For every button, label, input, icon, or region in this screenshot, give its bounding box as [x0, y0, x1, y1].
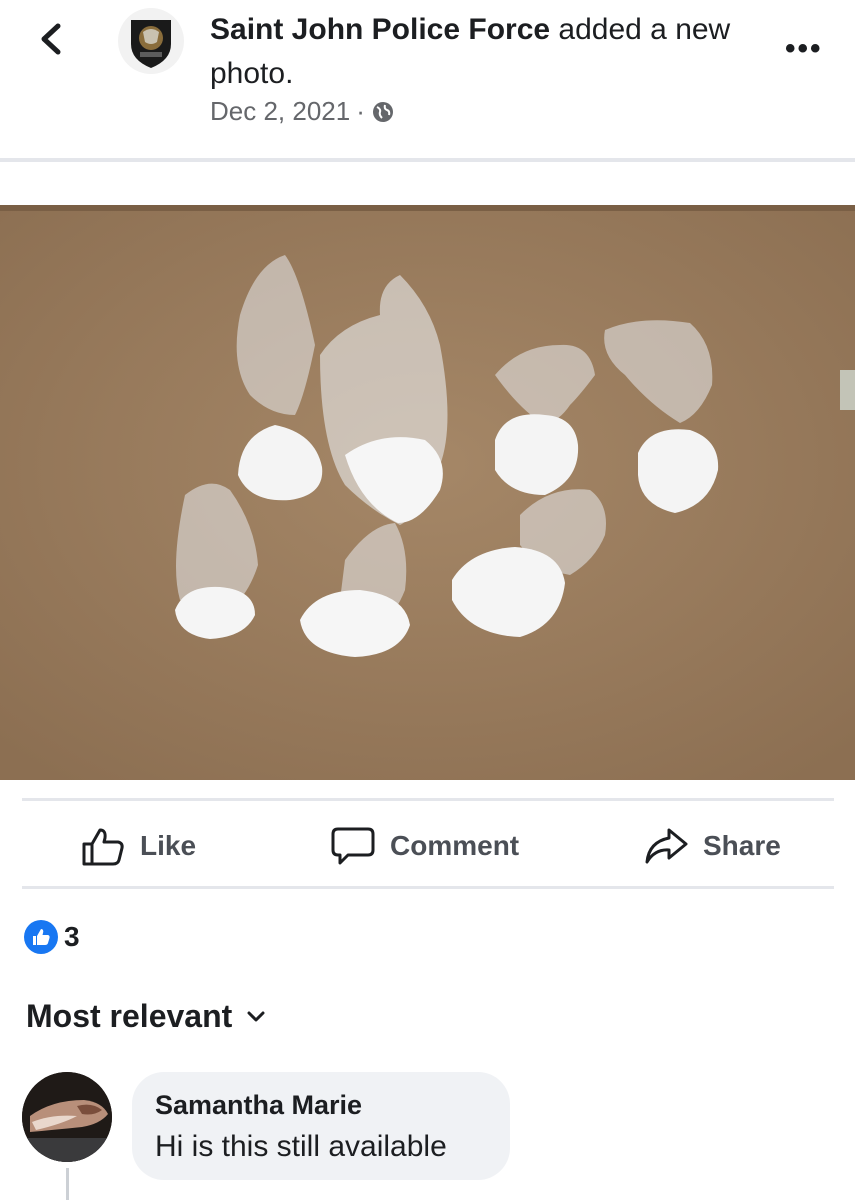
meta-separator: ·: [356, 96, 365, 126]
reaction-count: 3: [64, 921, 80, 952]
post-author[interactable]: Saint John Police Force: [210, 13, 550, 46]
chevron-down-icon: [247, 1011, 265, 1021]
globe-icon: [372, 101, 393, 122]
like-reaction-icon: [24, 920, 58, 954]
divider: [22, 798, 834, 801]
comment-icon: [331, 827, 375, 865]
share-icon: [645, 828, 688, 864]
more-options-button[interactable]: •••: [785, 32, 823, 66]
comment-sort-dropdown[interactable]: Most relevant: [26, 998, 266, 1035]
share-button[interactable]: Share: [643, 822, 781, 870]
divider: [0, 158, 855, 162]
reaction-summary[interactable]: 3: [24, 920, 80, 954]
commenter-avatar-image: [22, 1072, 112, 1162]
post-photo[interactable]: [0, 205, 855, 780]
avatar[interactable]: [22, 1072, 112, 1162]
police-badge-icon: [131, 20, 171, 68]
thumbs-up-icon: [82, 828, 124, 866]
share-label: Share: [703, 830, 781, 861]
comment-label: Comment: [390, 830, 520, 861]
back-button[interactable]: [28, 14, 78, 64]
post-date[interactable]: Dec 2, 2021: [210, 96, 350, 127]
comment-author[interactable]: Samantha Marie: [155, 1090, 362, 1121]
comment-button[interactable]: Comment: [330, 822, 519, 870]
like-button[interactable]: Like: [80, 822, 196, 870]
thread-line: [66, 1168, 69, 1200]
comment-sort-label: Most relevant: [26, 998, 233, 1034]
post-title: Saint John Police Force added a new phot…: [210, 8, 750, 96]
post-meta: Dec 2, 2021 ·: [210, 96, 395, 127]
divider: [22, 886, 834, 889]
comment-text: Hi is this still available: [155, 1130, 447, 1163]
chevron-left-icon: [41, 23, 61, 55]
photo-image: [0, 205, 855, 780]
page-avatar[interactable]: [118, 8, 184, 74]
like-label: Like: [140, 830, 197, 861]
